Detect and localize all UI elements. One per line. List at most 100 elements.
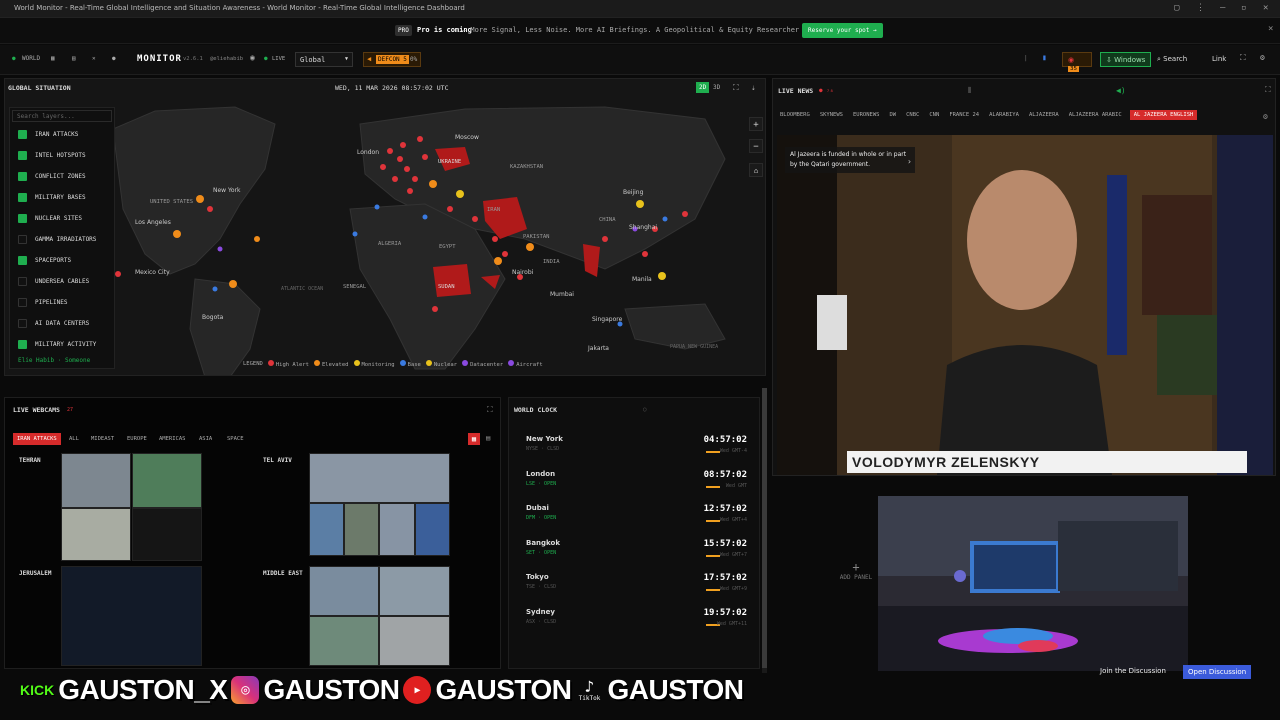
channel-tab[interactable]: ALJAZEERA ARABIC	[1067, 110, 1124, 120]
layer-checkbox[interactable]	[18, 340, 27, 349]
channel-tab[interactable]: FRANCE 24	[947, 110, 981, 120]
open-discussion-button[interactable]: Open Discussion	[1183, 665, 1252, 679]
view-2d-toggle[interactable]: 2D	[696, 82, 710, 93]
search-button[interactable]: ⌕ Search	[1152, 52, 1192, 67]
finance-variant-icon[interactable]: ▤	[72, 55, 76, 62]
channel-tab[interactable]: CNN	[927, 110, 941, 120]
layer-toggle[interactable]: INTEL HOTSPOTS	[10, 145, 114, 166]
layer-toggle[interactable]: UNDERSEA CABLES	[10, 271, 114, 292]
layer-toggle[interactable]: MILITARY BASES	[10, 187, 114, 208]
settings-gear-icon[interactable]: ⚙	[1263, 112, 1268, 121]
layer-toggle[interactable]: SPACEPORTS	[10, 250, 114, 271]
layer-checkbox[interactable]	[18, 298, 27, 307]
layer-checkbox[interactable]	[18, 214, 27, 223]
webcam-feed[interactable]	[309, 503, 344, 556]
webcam-feed[interactable]	[132, 453, 202, 508]
grid-view-icon[interactable]: ▦	[468, 433, 480, 445]
list-view-icon[interactable]: ▤	[486, 434, 490, 442]
extensions-icon[interactable]: ▢	[1174, 3, 1179, 13]
menu-icon[interactable]: ⋮	[1196, 3, 1205, 13]
webcam-tab[interactable]: IRAN ATTACKS	[13, 433, 61, 445]
world-variant-tab[interactable]: WORLD	[22, 55, 40, 62]
zoom-out-button[interactable]: −	[749, 139, 763, 153]
layer-toggle[interactable]: AI DATA CENTERS	[10, 313, 114, 334]
chevron-right-icon[interactable]: ›	[907, 157, 912, 166]
alerts-counter[interactable]: ◉ 35	[1062, 52, 1092, 72]
webcam-feed[interactable]	[379, 616, 450, 666]
layer-search-input[interactable]: Search layers...	[12, 110, 112, 122]
view-3d-toggle[interactable]: 3D	[713, 84, 720, 91]
webcam-tab[interactable]: ASIA	[195, 433, 216, 445]
webcam-feed[interactable]	[344, 503, 379, 556]
channel-tab[interactable]: CNBC	[904, 110, 921, 120]
webcam-feed[interactable]	[132, 508, 202, 561]
webcam-feed[interactable]	[379, 566, 450, 616]
channel-tab[interactable]: AL JAZEERA ENGLISH	[1129, 110, 1198, 120]
webcam-feed[interactable]	[309, 453, 450, 503]
webcam-tab[interactable]: SPACE	[223, 433, 248, 445]
channel-tab[interactable]: ALJAZEERA	[1027, 110, 1061, 120]
minimize-icon[interactable]: –	[1220, 3, 1225, 13]
layer-checkbox[interactable]	[18, 235, 27, 244]
close-promo-icon[interactable]: ×	[1268, 24, 1273, 34]
layer-checkbox[interactable]	[18, 277, 27, 286]
close-icon[interactable]: ✕	[1263, 3, 1268, 13]
layer-checkbox[interactable]	[18, 319, 27, 328]
settings-gear-icon[interactable]: ⚙	[1260, 53, 1265, 62]
windows-button[interactable]: ⇩ Windows	[1100, 52, 1152, 67]
layer-checkbox[interactable]	[18, 193, 27, 202]
layer-toggle[interactable]: NUCLEAR SITES	[10, 208, 114, 229]
channel-tab[interactable]: EURONEWS	[851, 110, 882, 120]
drag-handle-icon[interactable]: ⦀	[968, 86, 972, 96]
add-panel-button[interactable]: + ADD PANEL	[836, 560, 876, 581]
layer-toggle[interactable]: CONFLICT ZONES	[10, 166, 114, 187]
layer-toggle[interactable]: IRAN ATTACKS	[10, 124, 114, 145]
news-video-player[interactable]: Al Jazeera is funded in whole or in part…	[777, 135, 1273, 475]
expand-icon[interactable]: ⛶	[733, 83, 739, 93]
webcam-feed[interactable]	[61, 453, 131, 508]
layer-checkbox[interactable]	[18, 256, 27, 265]
info-icon[interactable]: ○	[643, 406, 647, 413]
pin-icon[interactable]: ⇣	[751, 83, 756, 92]
scrollbar[interactable]	[762, 388, 767, 673]
channel-tab[interactable]: BLOOMBERG	[778, 110, 812, 120]
channel-tab[interactable]: ALARABIYA	[987, 110, 1021, 120]
webcam-feed[interactable]	[309, 566, 379, 616]
fullscreen-icon[interactable]: ⛶	[1240, 53, 1246, 63]
layer-toggle[interactable]: MILITARY ACTIVITY	[10, 334, 114, 355]
layer-label: GAMMA IRRADIATORS	[35, 236, 97, 243]
channel-tab[interactable]: DW	[888, 110, 899, 120]
tiktok-handle: GAUSTON	[607, 674, 744, 705]
happy-variant-icon[interactable]: ●	[112, 55, 116, 62]
webcam-feed[interactable]	[61, 508, 131, 561]
layer-toggle[interactable]: PIPELINES	[10, 292, 114, 313]
zoom-in-button[interactable]: +	[749, 117, 763, 131]
webcam-tab[interactable]: EUROPE	[123, 433, 151, 445]
expand-icon[interactable]: ⛶	[487, 405, 493, 415]
region-select[interactable]: Global ▼	[295, 52, 353, 67]
channel-tab[interactable]: SKYNEWS	[818, 110, 845, 120]
volume-icon[interactable]: ◀)	[1116, 86, 1126, 95]
reserve-spot-button[interactable]: Reserve your spot →	[802, 23, 883, 38]
webcam-feed[interactable]	[309, 616, 379, 666]
webcam-tab[interactable]: AMERICAS	[155, 433, 190, 445]
webcam-feed[interactable]	[379, 503, 415, 556]
webcam-feed[interactable]	[61, 566, 202, 666]
layer-checkbox[interactable]	[18, 151, 27, 160]
defcon-indicator[interactable]: ◀ DEFCON 5 0%	[363, 52, 421, 67]
tech-variant-icon[interactable]: ▦	[51, 55, 55, 62]
layer-toggle[interactable]: GAMMA IRRADIATORS	[10, 229, 114, 250]
webcam-tab[interactable]: ALL	[65, 433, 83, 445]
github-icon[interactable]: ◉	[250, 53, 255, 62]
expand-icon[interactable]: ⛶	[1265, 85, 1271, 95]
layer-checkbox[interactable]	[18, 130, 27, 139]
link-button[interactable]: Link	[1207, 52, 1231, 67]
tools-icon[interactable]: ✕	[92, 55, 96, 62]
webcam-tab[interactable]: MIDEAST	[87, 433, 118, 445]
layer-checkbox[interactable]	[18, 172, 27, 181]
maximize-icon[interactable]: ▫	[1241, 3, 1246, 13]
author-handle[interactable]: @eliehabib	[210, 56, 243, 62]
lock-icon[interactable]: ⌂	[749, 163, 763, 177]
bookmark-icon[interactable]: ▮	[1042, 53, 1047, 62]
webcam-feed[interactable]	[415, 503, 450, 556]
